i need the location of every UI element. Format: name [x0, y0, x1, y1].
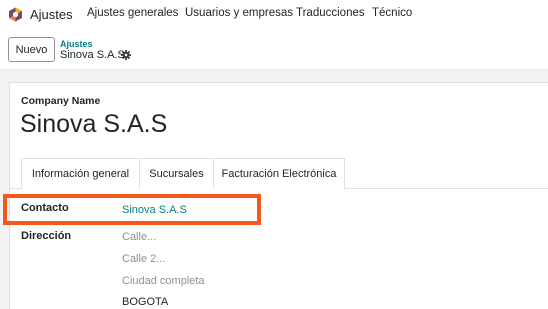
- city-field[interactable]: Ciudad completa: [122, 275, 205, 287]
- top-navbar: Ajustes Ajustes generales Usuarios y emp…: [0, 0, 548, 30]
- highlight-box: [3, 194, 261, 225]
- address-label: Dirección: [21, 230, 72, 242]
- tab-sucursales[interactable]: Sucursales: [140, 158, 214, 189]
- breadcrumb-current: Sinova S.A.S: [60, 49, 125, 61]
- active-tab-underline-mask: [22, 188, 139, 189]
- street2-field[interactable]: Calle 2...: [122, 253, 165, 265]
- state-field[interactable]: BOGOTA: [122, 296, 168, 308]
- menu-usuarios-empresas[interactable]: Usuarios y empresas: [185, 7, 293, 19]
- tab-label: Información general: [31, 168, 130, 180]
- menu-tecnico[interactable]: Técnico: [372, 7, 412, 19]
- app-name[interactable]: Ajustes: [30, 7, 73, 22]
- breadcrumb-parent-link[interactable]: Ajustes: [60, 39, 93, 49]
- street-field[interactable]: Calle...: [122, 231, 156, 243]
- gear-icon[interactable]: [121, 50, 131, 60]
- company-name-field[interactable]: Sinova S.A.S: [20, 110, 167, 139]
- company-name-label: Company Name: [21, 95, 101, 107]
- tab-informacion-general[interactable]: Información general: [21, 158, 140, 189]
- control-panel: Nuevo Ajustes Sinova S.A.S: [0, 30, 548, 70]
- new-button[interactable]: Nuevo: [8, 37, 55, 62]
- tab-label: Facturación Electrónica: [221, 168, 337, 180]
- settings-app-icon[interactable]: [8, 7, 23, 22]
- menu-ajustes-generales[interactable]: Ajustes generales: [87, 7, 178, 19]
- tab-label: Sucursales: [149, 168, 204, 180]
- tab-facturacion-electronica[interactable]: Facturación Electrónica: [214, 158, 345, 189]
- menu-traducciones[interactable]: Traducciones: [296, 7, 365, 19]
